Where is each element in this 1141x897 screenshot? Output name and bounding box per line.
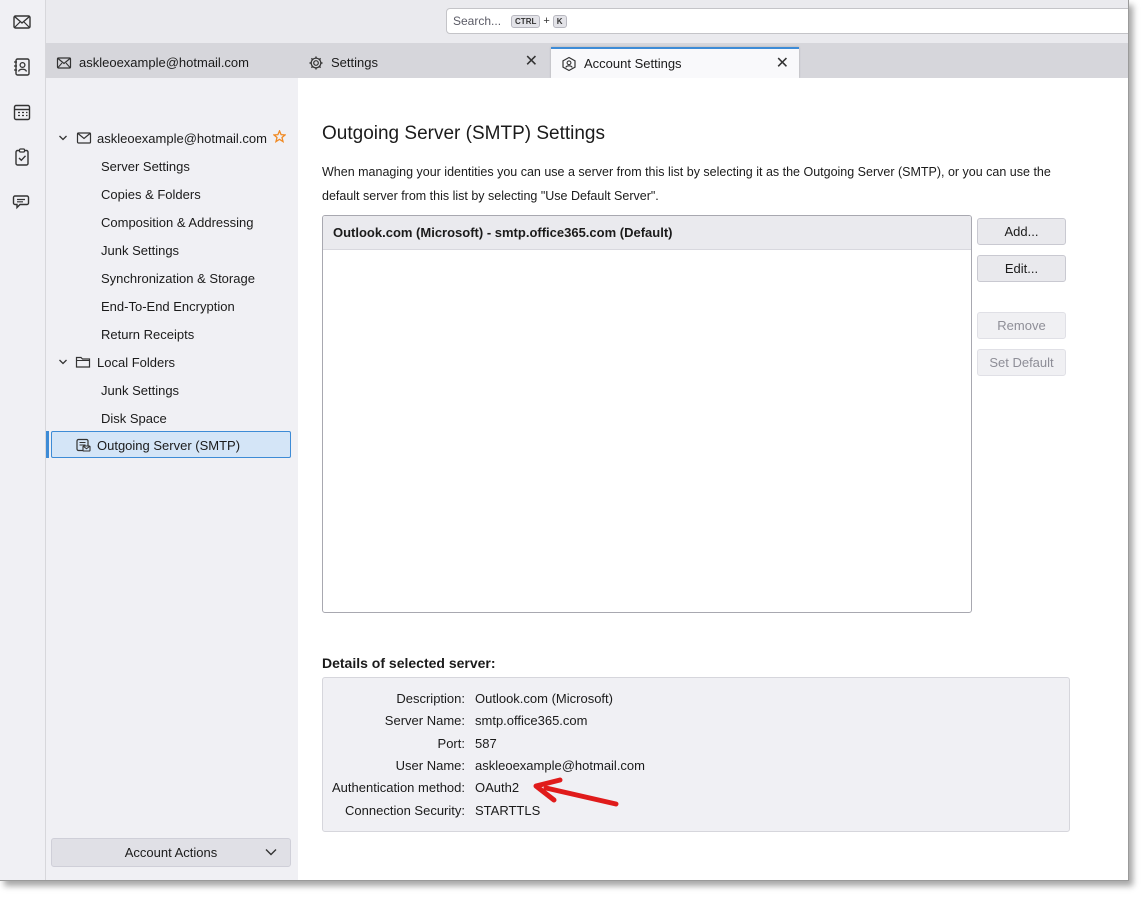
sidebar-item-label: Outgoing Server (SMTP) (97, 438, 241, 453)
sidebar-item-synchronization[interactable]: Synchronization & Storage (101, 265, 255, 291)
detail-value: Outlook.com (Microsoft) (475, 691, 613, 706)
shortcut-key-k: K (552, 14, 567, 28)
sidebar-item-outgoing-server[interactable]: Outgoing Server (SMTP) (51, 431, 291, 458)
unified-toolbar: Search... CTRL + K (46, 0, 1128, 43)
tab-account-settings[interactable]: Account Settings ✕ (551, 47, 799, 78)
edit-server-button[interactable]: Edit... (977, 255, 1066, 282)
detail-label: Description: (396, 691, 465, 706)
sidebar-item-junk-settings[interactable]: Junk Settings (101, 237, 179, 263)
detail-server-row: Server Name: smtp.office365.com (323, 713, 1069, 733)
sidebar-item-disk-space[interactable]: Disk Space (101, 405, 167, 431)
chevron-down-icon[interactable] (58, 357, 68, 367)
close-icon[interactable]: ✕ (776, 56, 789, 72)
folder-icon (75, 354, 91, 370)
smtp-server-row[interactable]: Outlook.com (Microsoft) - smtp.office365… (323, 216, 971, 250)
account-tree-sidebar: askleoexample@hotmail.com Server Setting… (46, 78, 298, 880)
tab-label: askleoexample@hotmail.com (79, 55, 249, 70)
sidebar-item-local-junk-settings[interactable]: Junk Settings (101, 377, 179, 403)
server-details-box: Description: Outlook.com (Microsoft) Ser… (322, 677, 1070, 832)
detail-label: Connection Security: (345, 803, 465, 818)
spaces-toolbar (0, 0, 46, 880)
mail-account-icon (76, 130, 92, 146)
close-icon[interactable]: ✕ (525, 54, 538, 70)
local-folders-label: Local Folders (97, 354, 176, 370)
sidebar-item-label: Disk Space (101, 410, 167, 426)
shortcut-key-ctrl: CTRL (511, 14, 541, 28)
default-account-star-icon (272, 129, 287, 146)
detail-value: 587 (475, 736, 497, 751)
detail-security-row: Connection Security: STARTTLS (323, 803, 1069, 823)
tab-mail[interactable]: askleoexample@hotmail.com (46, 47, 296, 78)
address-book-icon[interactable] (10, 55, 34, 79)
sidebar-item-label: Copies & Folders (101, 186, 201, 202)
gear-icon (308, 55, 324, 71)
sidebar-item-server-settings[interactable]: Server Settings (101, 153, 190, 179)
sidebar-item-e2e-encryption[interactable]: End-To-End Encryption (101, 293, 235, 319)
sidebar-item-label: Synchronization & Storage (101, 270, 255, 286)
calendar-icon[interactable] (10, 100, 34, 124)
smtp-server-list[interactable]: Outlook.com (Microsoft) - smtp.office365… (322, 215, 972, 613)
tab-settings[interactable]: Settings ✕ (298, 47, 548, 78)
account-actions-button[interactable]: Account Actions (51, 838, 291, 867)
details-heading: Details of selected server: (322, 655, 496, 671)
page-title: Outgoing Server (SMTP) Settings (322, 123, 605, 144)
add-server-button[interactable]: Add... (977, 218, 1066, 245)
sidebar-item-label: Junk Settings (101, 242, 180, 258)
detail-value: askleoexample@hotmail.com (475, 758, 645, 773)
tab-label: Settings (331, 55, 378, 70)
detail-value: OAuth2 (475, 780, 520, 795)
search-placeholder: Search... (453, 14, 502, 28)
app-window: Search... CTRL + K askleoexample@hotmail… (0, 0, 1129, 881)
sidebar-item-label: Junk Settings (101, 382, 180, 398)
detail-label: Port: (437, 736, 465, 751)
mail-icon (56, 55, 72, 71)
local-folders-row[interactable]: Local Folders (46, 349, 298, 375)
account-actions-label: Account Actions (124, 845, 218, 860)
chat-icon[interactable] (10, 190, 34, 214)
detail-label: Server Name: (384, 713, 465, 728)
chevron-down-icon (265, 849, 277, 856)
detail-value: smtp.office365.com (475, 713, 588, 728)
detail-label: User Name: (395, 758, 465, 773)
detail-auth-row: Authentication method: OAuth2 (323, 780, 1069, 800)
tab-bar: askleoexample@hotmail.com Settings ✕ Acc… (46, 43, 1128, 78)
tab-label: Account Settings (584, 56, 682, 71)
detail-label: Authentication method: (332, 780, 465, 795)
page-description: When managing your identities you can us… (322, 165, 1051, 203)
detail-port-row: Port: 587 (323, 736, 1069, 756)
sidebar-item-composition[interactable]: Composition & Addressing (101, 209, 253, 235)
sidebar-item-label: Return Receipts (101, 326, 195, 342)
sidebar-item-label: Server Settings (101, 158, 190, 174)
sidebar-item-copies-folders[interactable]: Copies & Folders (101, 181, 201, 207)
set-default-button[interactable]: Set Default (977, 349, 1066, 376)
account-row[interactable]: askleoexample@hotmail.com (46, 125, 298, 151)
smtp-settings-pane: Outgoing Server (SMTP) Settings When man… (298, 78, 1128, 880)
detail-description-row: Description: Outlook.com (Microsoft) (323, 691, 1069, 711)
mail-space-icon[interactable] (10, 10, 34, 34)
annotation-arrow-icon (533, 777, 619, 807)
outgoing-server-icon (75, 437, 91, 453)
chevron-down-icon[interactable] (58, 133, 68, 143)
tasks-icon[interactable] (10, 145, 34, 169)
shortcut-plus: + (543, 15, 550, 27)
global-search-input[interactable]: Search... CTRL + K (446, 8, 1128, 34)
sidebar-item-label: End-To-End Encryption (101, 298, 235, 314)
detail-user-row: User Name: askleoexample@hotmail.com (323, 758, 1069, 778)
account-settings-icon (561, 56, 577, 72)
sidebar-item-label: Composition & Addressing (101, 214, 254, 230)
selection-indicator (46, 431, 49, 458)
remove-server-button[interactable]: Remove (977, 312, 1066, 339)
account-name: askleoexample@hotmail.com (97, 130, 267, 146)
sidebar-item-return-receipts[interactable]: Return Receipts (101, 321, 194, 347)
